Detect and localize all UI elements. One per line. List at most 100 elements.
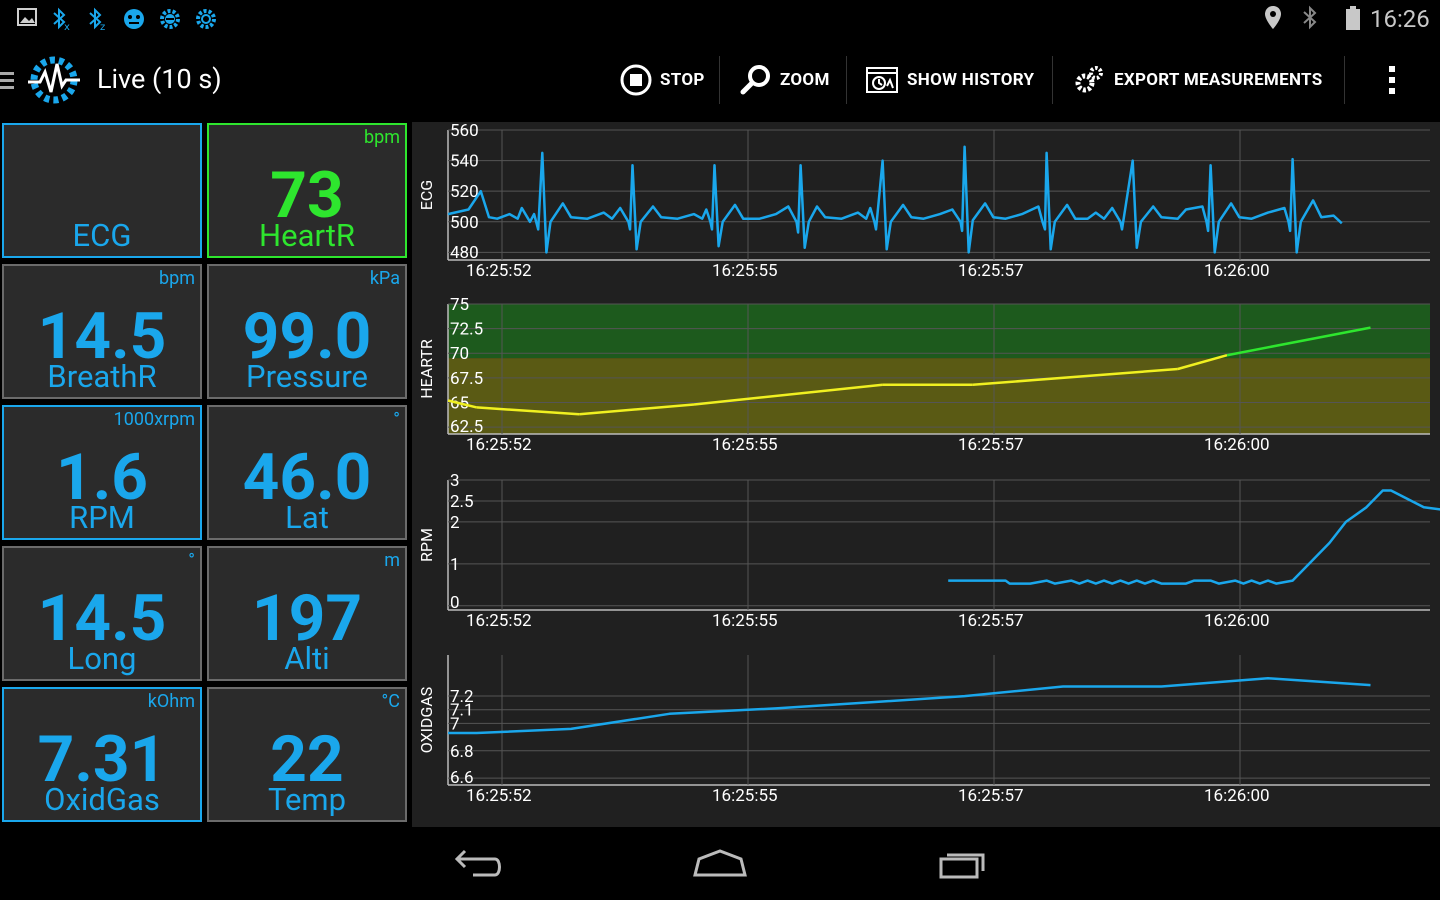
tile-label: OxidGas (44, 781, 160, 818)
y-tick-label: 560 (450, 122, 479, 141)
back-icon (454, 849, 501, 877)
tile-breathr[interactable]: bpm 14.5 BreathR (2, 264, 202, 399)
tile-unit: kPa (369, 268, 400, 289)
y-tick-label: 480 (450, 243, 479, 263)
x-tick-label: 16:26:00 (1204, 611, 1270, 631)
tile-unit: 1000xrpm (113, 409, 195, 430)
chart-heartr: 16:25:5216:25:5516:25:5716:26:0062.56567… (417, 295, 1430, 455)
recent-apps-button[interactable] (918, 838, 1008, 890)
stop-button[interactable]: STOP (620, 40, 705, 120)
overflow-menu-button[interactable] (1372, 60, 1412, 100)
tile-unit: m (384, 550, 400, 571)
zoom-label: ZOOM (780, 70, 830, 90)
charts-svg[interactable]: 16:25:52 16:25:55 16:25:57 16:26:0048050052… (412, 122, 1440, 827)
series-line (448, 677, 1371, 735)
tile-long[interactable]: ° 14.5 Long (2, 546, 202, 681)
tile-ecg[interactable]: ECG (2, 123, 202, 258)
back-button[interactable] (432, 838, 522, 890)
gear-icon (193, 6, 219, 34)
tile-temp[interactable]: °C 22 Temp (207, 687, 407, 822)
y-tick-label: 6.6 (450, 768, 474, 788)
chart-rpm: 16:25:52 16:25:55 16:25:57 16:26:00 0 1 22.53 R… (417, 471, 1440, 631)
tile-rpm[interactable]: 1000xrpm 1.6 RPM (2, 405, 202, 540)
y-tick-label: 540 (450, 152, 479, 172)
export-measurements-label: EXPORT MEASUREMENTS (1114, 70, 1323, 90)
x-tick-label: 16:26:00 (1204, 261, 1270, 281)
divider (719, 56, 720, 104)
y-axis-title: HEARTR (417, 339, 436, 399)
zoom-button[interactable]: ZOOM (740, 40, 830, 120)
clock: 16:26 (1370, 5, 1430, 33)
bluetooth-z-icon: z (84, 6, 110, 34)
x-tick-label: 16:25:52 (466, 611, 532, 631)
series-line (948, 489, 1440, 585)
x-tick-label: 16:25:52 (466, 261, 532, 281)
tile-label: RPM (69, 499, 135, 536)
battery-icon (1343, 4, 1363, 39)
x-tick-label: 16:26:00 (1204, 435, 1270, 455)
chart-oxidgas: 16:25:52 16:25:55 16:25:57 16:26:006.66.877… (417, 655, 1430, 806)
tile-unit: bpm (159, 268, 195, 289)
face-icon (121, 6, 147, 34)
tile-unit: kOhm (147, 691, 195, 712)
y-axis-title: RPM (417, 528, 436, 562)
tile-pressure[interactable]: kPa 99.0 Pressure (207, 264, 407, 399)
show-history-button[interactable]: SHOW HISTORY (865, 40, 1034, 120)
tile-oxidgas[interactable]: kOhm 7.31 OxidGas (2, 687, 202, 822)
tile-unit: ° (188, 550, 195, 571)
bluetooth-icon (1299, 4, 1321, 39)
y-tick-label: 7.2 (450, 687, 474, 707)
heartbeat-gear-icon (28, 56, 80, 104)
charts-panel[interactable]: 16:25:52 16:25:55 16:25:57 16:26:00 480 500 52… (412, 122, 1440, 827)
stop-label: STOP (660, 70, 705, 90)
y-tick-label: 2.5 (450, 492, 474, 512)
tile-unit: °C (381, 691, 400, 712)
chart-ecg: 16:25:52 16:25:55 16:25:57 16:26:0048050052… (417, 122, 1430, 281)
x-tick-label: 16:25:55 (712, 786, 778, 806)
status-bar: x z 16:26 (0, 0, 1440, 40)
tile-heartr[interactable]: bpm 73 HeartR (207, 123, 407, 258)
x-tick-label: 16:25:57 (958, 786, 1024, 806)
home-icon (693, 849, 747, 877)
series-line (447, 145, 1343, 254)
x-tick-label: 16:25:57 (958, 261, 1024, 281)
magnifier-icon (740, 65, 770, 95)
x-tick-label: 16:25:55 (712, 435, 778, 455)
y-tick-label: 70 (450, 344, 469, 364)
y-tick-label: 3 (450, 471, 460, 491)
export-measurements-button[interactable]: EXPORT MEASUREMENTS (1072, 40, 1323, 120)
tile-alti[interactable]: m 197 Alti (207, 546, 407, 681)
bluetooth-x-icon: x (48, 6, 74, 34)
divider (1052, 56, 1053, 104)
action-bar: Live (10 s) STOP ZOOM SHOW HISTORY EXPOR… (0, 40, 1440, 120)
x-tick-label: 16:25:52 (466, 786, 532, 806)
more-vertical-icon (1389, 66, 1395, 94)
tile-lat[interactable]: ° 46.0 Lat (207, 405, 407, 540)
svg-text:z: z (100, 22, 105, 32)
zone-green (448, 304, 1430, 359)
page-title: Live (10 s) (97, 63, 222, 95)
tile-unit: ° (393, 409, 400, 430)
gear-badge-icon (157, 6, 183, 34)
history-icon (866, 67, 898, 93)
tile-label: Pressure (246, 358, 368, 395)
app-logo[interactable] (26, 52, 82, 108)
menu-icon (0, 72, 14, 89)
tile-label: Alti (284, 640, 330, 677)
y-axis-title: ECG (417, 180, 436, 210)
y-tick-label: 75 (450, 295, 469, 315)
tile-label: ECG (72, 217, 132, 254)
x-tick-label: 16:25:57 (958, 611, 1024, 631)
gears-icon (1075, 66, 1103, 93)
x-tick-label: 16:25:55 (712, 261, 778, 281)
y-tick-label: 2 (450, 513, 460, 533)
x-tick-label: 16:26:00 (1204, 786, 1270, 806)
divider (1344, 56, 1345, 104)
home-button[interactable] (675, 838, 765, 890)
drawer-toggle[interactable] (0, 66, 14, 94)
tile-label: HeartR (259, 217, 355, 254)
tile-unit: bpm (364, 127, 400, 148)
y-tick-label: 72.5 (450, 320, 483, 340)
x-tick-label: 16:25:55 (712, 611, 778, 631)
tile-label: Temp (267, 781, 347, 818)
